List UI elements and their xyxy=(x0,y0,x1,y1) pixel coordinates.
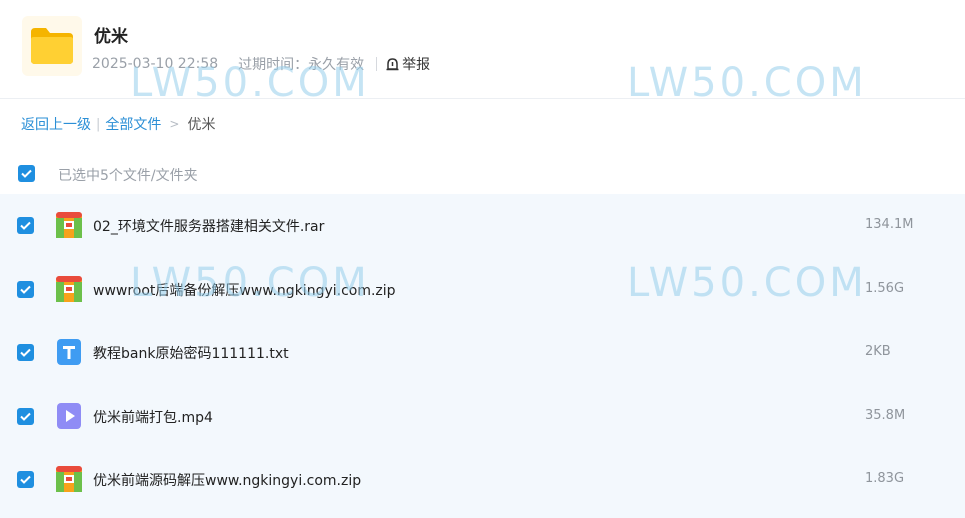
breadcrumb: 返回上一级 | 全部文件 > 优米 xyxy=(21,114,215,134)
check-icon xyxy=(20,221,31,230)
video-file-icon xyxy=(57,403,81,429)
expire-value: 永久有效 xyxy=(308,57,365,73)
breadcrumb-arrow-icon: > xyxy=(169,117,180,131)
file-row[interactable]: 02_环境文件服务器搭建相关文件.rar 134.1M xyxy=(0,194,965,257)
archive-icon xyxy=(56,466,82,492)
file-list: 02_环境文件服务器搭建相关文件.rar 134.1M wwwroot后端备份解… xyxy=(0,194,965,518)
archive-icon xyxy=(56,212,82,238)
folder-icon xyxy=(22,16,82,76)
file-row[interactable]: 优米前端源码解压www.ngkingyi.com.zip 1.83G xyxy=(0,448,965,511)
select-all-checkbox[interactable] xyxy=(18,165,35,182)
report-button[interactable]: 举报 xyxy=(385,54,430,74)
select-all-row: 已选中5个文件/文件夹 xyxy=(0,156,965,192)
page-title: 优米 xyxy=(94,27,128,47)
file-checkbox[interactable] xyxy=(17,281,34,298)
file-size: 1.83G xyxy=(865,471,905,486)
all-files-link[interactable]: 全部文件 xyxy=(105,114,161,134)
alert-icon xyxy=(386,57,399,70)
share-header: 优米 2025-03-10 22:58 过期时间： 永久有效 举报 xyxy=(22,14,952,80)
file-name[interactable]: 教程bank原始密码111111.txt xyxy=(93,343,289,363)
file-checkbox[interactable] xyxy=(17,408,34,425)
file-size: 35.8M xyxy=(865,408,906,423)
file-name[interactable]: 02_环境文件服务器搭建相关文件.rar xyxy=(93,216,324,236)
file-checkbox[interactable] xyxy=(17,217,34,234)
share-date: 2025-03-10 22:58 xyxy=(92,56,219,72)
file-checkbox[interactable] xyxy=(17,471,34,488)
selection-count: 已选中5个文件/文件夹 xyxy=(58,168,198,184)
check-icon xyxy=(20,348,31,357)
archive-icon xyxy=(56,276,82,302)
file-size: 2KB xyxy=(865,344,891,359)
check-icon xyxy=(20,285,31,294)
breadcrumb-separator: | xyxy=(96,116,101,132)
file-checkbox[interactable] xyxy=(17,344,34,361)
file-name[interactable]: wwwroot后端备份解压www.ngkingyi.com.zip xyxy=(93,280,396,300)
file-size: 1.56G xyxy=(865,281,905,296)
file-row[interactable]: wwwroot后端备份解压www.ngkingyi.com.zip 1.56G xyxy=(0,258,965,321)
check-icon xyxy=(20,475,31,484)
file-size: 134.1M xyxy=(865,217,914,232)
file-row[interactable]: 优米前端打包.mp4 35.8M xyxy=(0,385,965,448)
meta-divider xyxy=(376,57,378,71)
file-name[interactable]: 优米前端打包.mp4 xyxy=(93,407,213,427)
check-icon xyxy=(20,412,31,421)
report-label: 举报 xyxy=(402,57,431,73)
header-divider xyxy=(0,98,965,99)
share-meta: 2025-03-10 22:58 过期时间： 永久有效 举报 xyxy=(92,54,430,74)
back-link[interactable]: 返回上一级 xyxy=(21,114,91,134)
check-icon xyxy=(21,169,32,178)
breadcrumb-current: 优米 xyxy=(187,117,216,133)
text-file-icon xyxy=(57,339,81,365)
file-name[interactable]: 优米前端源码解压www.ngkingyi.com.zip xyxy=(93,470,361,490)
file-row[interactable]: 教程bank原始密码111111.txt 2KB xyxy=(0,321,965,384)
expire-label: 过期时间： xyxy=(238,57,309,73)
